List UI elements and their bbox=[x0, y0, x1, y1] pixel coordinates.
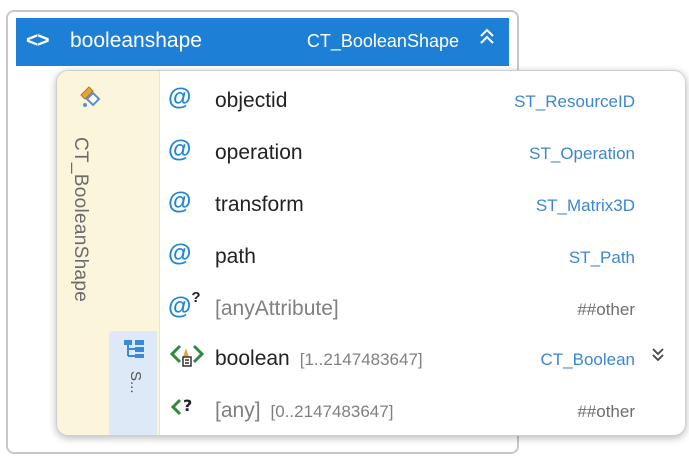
complex-type-icon bbox=[79, 85, 101, 109]
any-element-namespace: ##other bbox=[577, 402, 635, 421]
complex-type-panel: CT_BooleanShape S... @ objectid ST_Resou… bbox=[56, 70, 686, 436]
attribute-type-link[interactable]: ST_Operation bbox=[529, 144, 635, 164]
any-element-icon: ? bbox=[168, 394, 202, 427]
expand-chevron-icon[interactable] bbox=[651, 347, 665, 368]
sequence-label: S... bbox=[127, 371, 144, 394]
any-attribute-row[interactable]: @? [anyAttribute] ##other bbox=[160, 283, 685, 335]
attribute-row-objectid[interactable]: @ objectid ST_ResourceID bbox=[160, 75, 685, 127]
element-type-link[interactable]: CT_BooleanShape bbox=[307, 31, 459, 52]
any-element-cardinality: [0..2147483647] bbox=[270, 402, 394, 421]
attribute-at-icon: @ bbox=[168, 84, 192, 111]
attribute-name: transform bbox=[215, 193, 304, 216]
attribute-name: operation bbox=[215, 141, 303, 164]
element-brackets-icon: <> bbox=[26, 29, 50, 52]
element-cardinality: [1..2147483647] bbox=[299, 350, 423, 369]
attribute-name: objectid bbox=[215, 89, 288, 112]
any-attribute-namespace: ##other bbox=[577, 300, 635, 319]
attribute-at-icon: @ bbox=[168, 240, 192, 267]
attribute-at-icon: @ bbox=[168, 188, 192, 215]
sequence-compositor[interactable]: S... bbox=[109, 331, 157, 435]
element-row-boolean[interactable]: boolean [1..2147483647] CT_Boolean bbox=[160, 333, 685, 385]
any-attribute-icon: @? bbox=[168, 289, 201, 320]
element-header[interactable]: <> booleanshape CT_BooleanShape bbox=[16, 18, 509, 66]
svg-text:?: ? bbox=[183, 396, 192, 415]
any-attribute-name: [anyAttribute] bbox=[215, 297, 339, 320]
attribute-type-link[interactable]: ST_Matrix3D bbox=[536, 196, 635, 216]
element-name-boolean: boolean [1..2147483647] bbox=[215, 347, 423, 370]
attribute-type-link[interactable]: ST_ResourceID bbox=[514, 92, 635, 112]
any-element-name: [any] [0..2147483647] bbox=[215, 399, 394, 422]
any-element-row[interactable]: ? [any] [0..2147483647] ##other bbox=[160, 385, 685, 435]
type-name-label[interactable]: CT_BooleanShape bbox=[69, 137, 91, 302]
attribute-row-operation[interactable]: @ operation ST_Operation bbox=[160, 127, 685, 179]
attribute-row-transform[interactable]: @ transform ST_Matrix3D bbox=[160, 179, 685, 231]
element-with-children-icon bbox=[168, 342, 208, 375]
attribute-at-icon: @ bbox=[168, 136, 192, 163]
attribute-name: path bbox=[215, 245, 256, 268]
sequence-tree-icon bbox=[123, 339, 145, 359]
type-sidebar: CT_BooleanShape S... bbox=[57, 71, 159, 435]
collapse-chevron-icon[interactable] bbox=[479, 26, 495, 54]
attribute-type-link[interactable]: ST_Path bbox=[569, 248, 635, 268]
element-name: booleanshape bbox=[70, 29, 202, 52]
element-type-link[interactable]: CT_Boolean bbox=[540, 350, 635, 370]
attribute-row-path[interactable]: @ path ST_Path bbox=[160, 231, 685, 283]
